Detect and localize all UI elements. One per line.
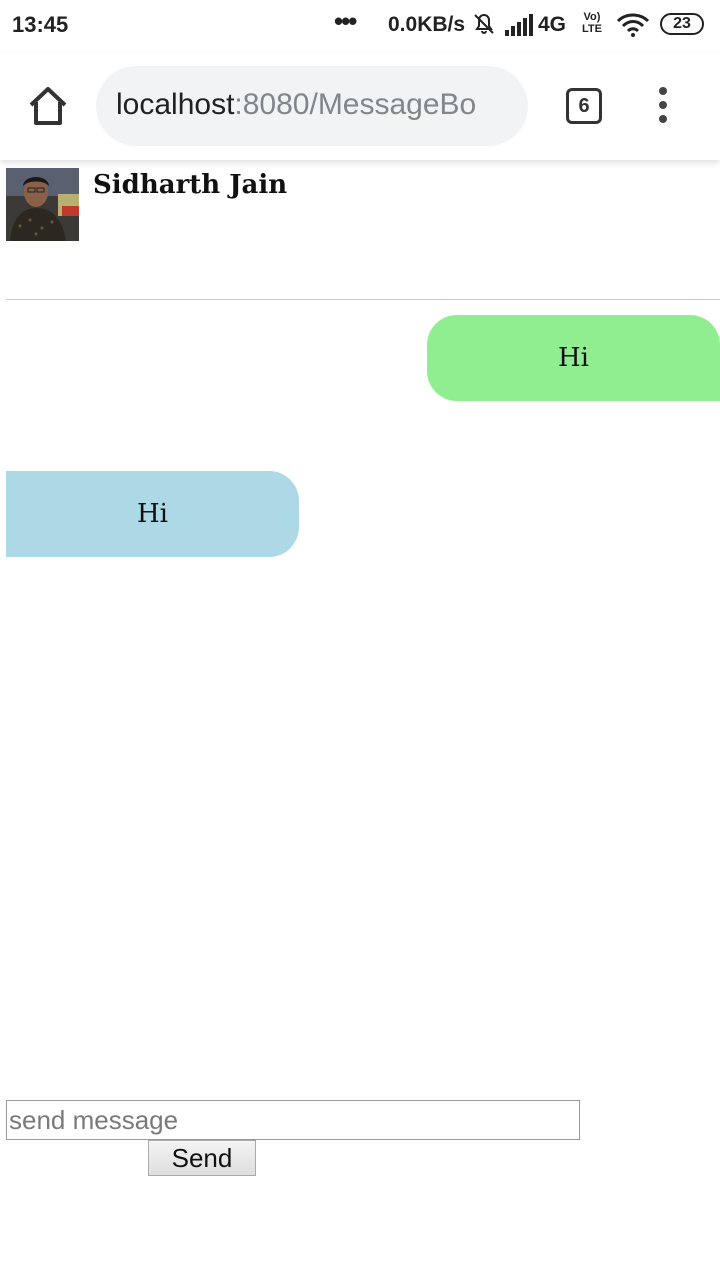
message-outgoing: Hi — [427, 315, 720, 401]
battery-icon: 23 — [660, 13, 704, 35]
more-vert-icon[interactable] — [656, 87, 670, 127]
volte-top-label: Vo) — [583, 11, 601, 23]
tab-switcher-button[interactable]: 6 — [566, 88, 602, 124]
message-incoming: Hi — [6, 471, 299, 557]
address-bar[interactable]: localhost:8080/MessageBo — [96, 66, 528, 146]
home-icon[interactable] — [26, 84, 70, 128]
more-notifications-icon: ••• — [334, 6, 357, 36]
volte-bottom-label: LTE — [582, 23, 602, 35]
status-time: 13:45 — [12, 12, 69, 37]
contact-name: Sidharth Jain — [93, 170, 288, 200]
url-text: localhost:8080/MessageBo — [116, 88, 476, 122]
browser-toolbar: localhost:8080/MessageBo 6 — [0, 52, 720, 160]
wifi-icon — [616, 13, 650, 42]
send-button[interactable]: Send — [148, 1140, 256, 1176]
message-input[interactable] — [6, 1100, 580, 1140]
signal-icon — [505, 14, 535, 41]
divider — [6, 299, 720, 300]
status-bar: 13:45 ••• 0.0KB/s 4G Vo) LTE 23 — [0, 0, 720, 52]
url-host: localhost — [116, 88, 235, 121]
network-type: 4G — [538, 13, 567, 36]
url-path: :8080/MessageBo — [234, 88, 477, 121]
volte-indicator: Vo) LTE — [582, 11, 602, 35]
bell-off-icon — [472, 12, 496, 41]
avatar — [6, 168, 79, 241]
network-speed: 0.0KB/s — [388, 13, 466, 36]
